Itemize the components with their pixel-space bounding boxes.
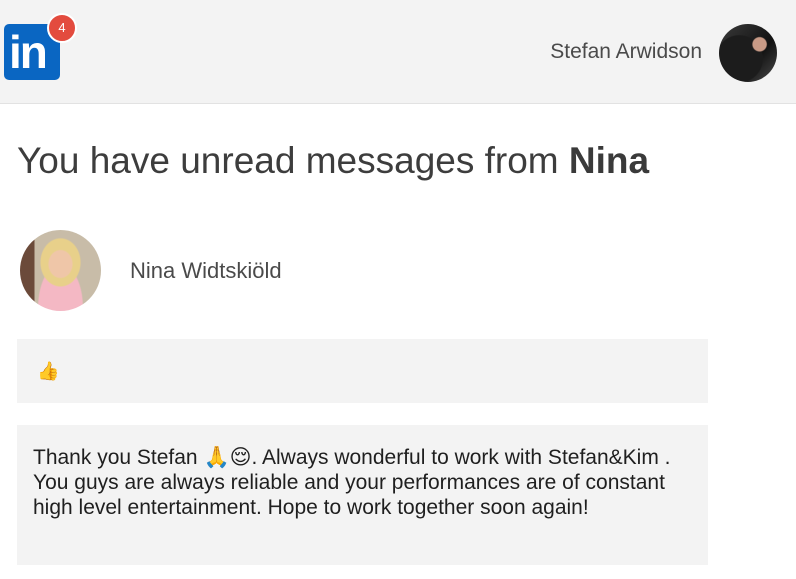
- top-header: in 4 Stefan Arwidson: [0, 0, 796, 104]
- headline-sender-name: Nina: [568, 140, 650, 181]
- page-title: You have unread messages from Nina: [17, 140, 649, 182]
- headline-prefix: You have unread messages from: [17, 140, 569, 181]
- message-bubble: Thank you Stefan 🙏😌. Always wonderful to…: [17, 425, 708, 565]
- user-avatar[interactable]: [719, 24, 777, 82]
- notification-badge[interactable]: 4: [47, 13, 77, 43]
- user-name[interactable]: Stefan Arwidson: [550, 40, 702, 64]
- thumbs-up-icon: 👍: [37, 361, 60, 381]
- message-bubble: 👍: [17, 339, 708, 403]
- message-text: Thank you Stefan 🙏😌. Always wonderful to…: [33, 446, 671, 519]
- sender-name[interactable]: Nina Widtskiöld: [130, 258, 282, 284]
- sender-avatar[interactable]: [20, 230, 101, 311]
- logo-text: in: [9, 26, 48, 78]
